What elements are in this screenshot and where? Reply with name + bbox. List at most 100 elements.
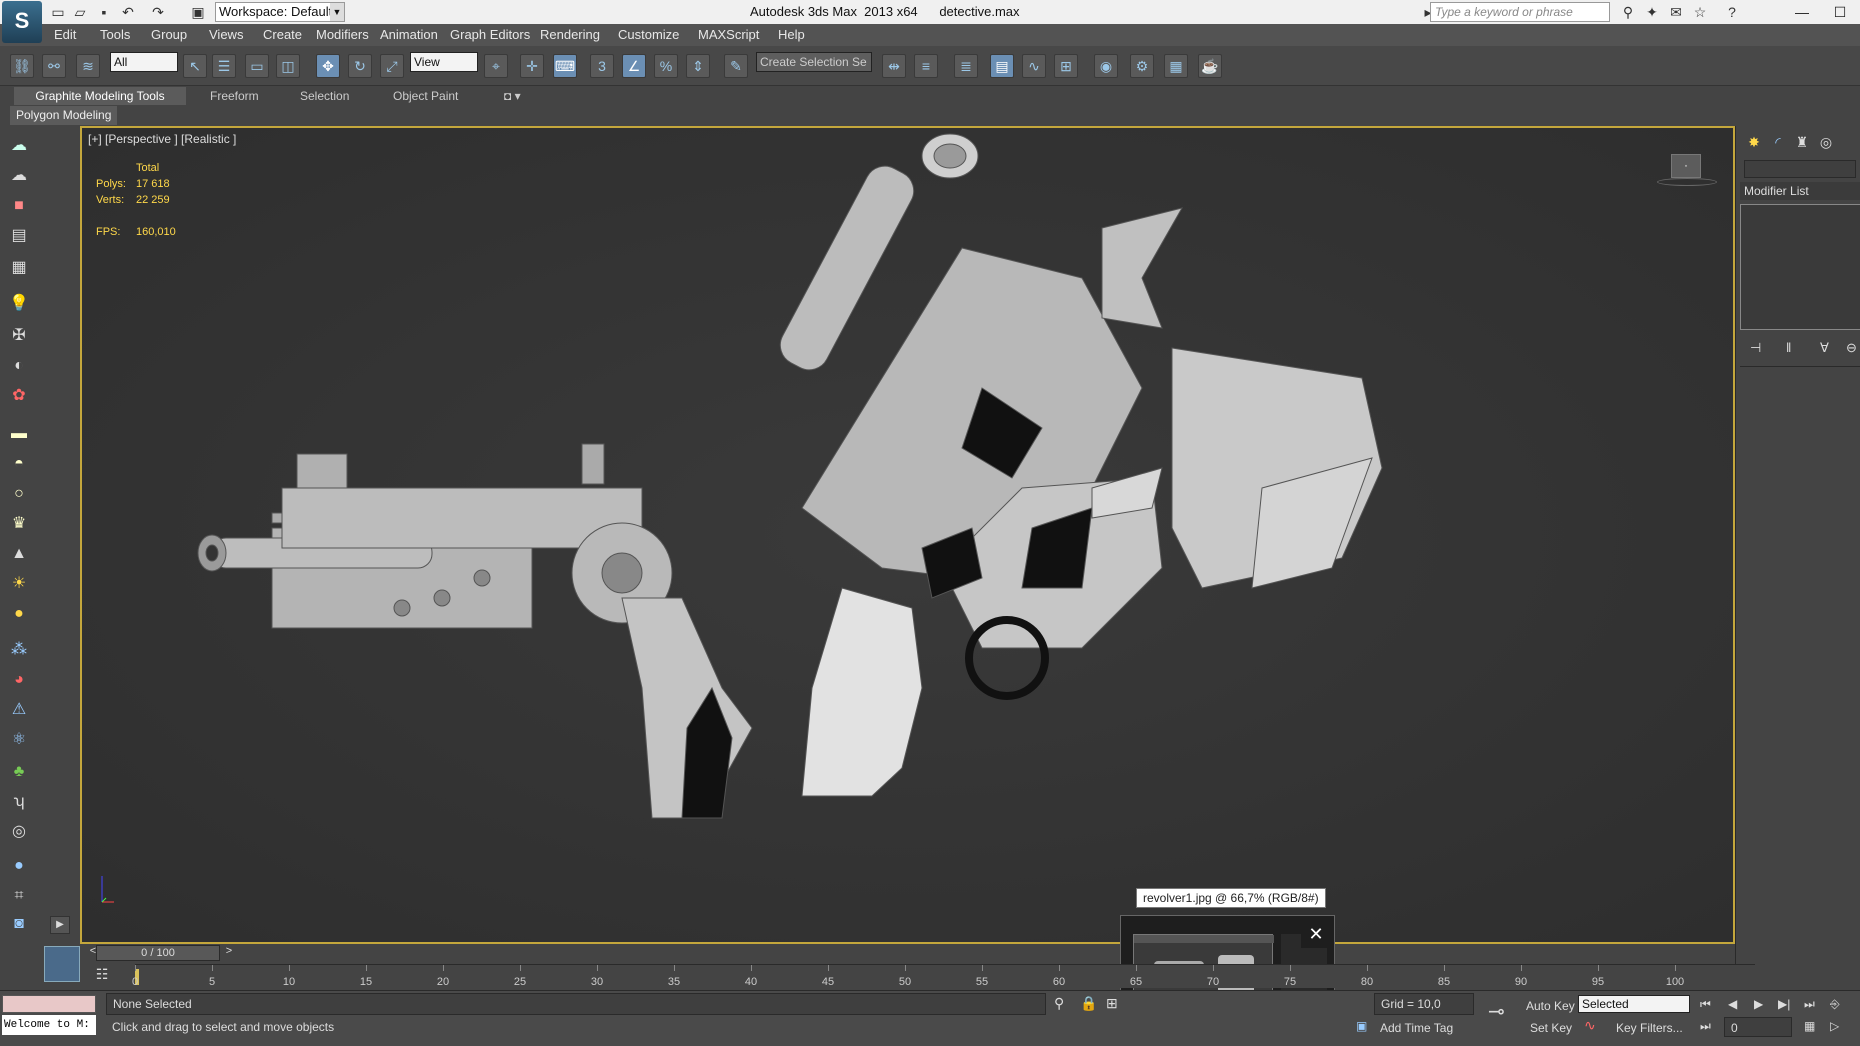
move-tool-icon[interactable]: ✥ [316, 54, 340, 78]
page-icon[interactable]: ▤ [6, 224, 32, 248]
create-tab-icon[interactable]: ✸ [1744, 132, 1764, 152]
maximize-button[interactable]: ☐ [1820, 0, 1860, 24]
key-mode-toggle-icon[interactable]: ⎆ [1830, 997, 1840, 1012]
mini-curve-toggle-icon[interactable] [44, 946, 80, 982]
undo-icon[interactable]: ↶ [120, 4, 136, 20]
set-key-button[interactable]: Set Key [1530, 1021, 1572, 1035]
cone-icon[interactable]: ▲ [6, 542, 32, 566]
time-next-arrow-icon[interactable]: > [222, 945, 236, 961]
binoculars-icon[interactable]: ⚲ [1620, 4, 1636, 20]
key-filters-button[interactable]: Key Filters... [1616, 1021, 1683, 1035]
select-manipulate-icon[interactable]: ✛ [520, 54, 544, 78]
maxscript-listener[interactable]: Welcome to M: [2, 1015, 96, 1035]
goto-start-icon[interactable]: ⏮ [1700, 997, 1711, 1012]
schematic-view-icon[interactable]: ⊞ [1054, 54, 1078, 78]
ref-coord-dropdown[interactable]: View [410, 52, 478, 72]
close-icon[interactable]: ✕ [1301, 920, 1331, 948]
layers-icon[interactable]: ≣ [954, 54, 978, 78]
grid-icon[interactable]: ▦ [6, 256, 32, 280]
open-file-icon[interactable]: ▱ [72, 4, 88, 20]
next-frame-icon[interactable]: ▶| [1778, 997, 1790, 1011]
curve-editor-icon[interactable]: ∿ [1022, 54, 1046, 78]
expand-strip-button[interactable]: ▶ [50, 916, 70, 934]
percent-snap-icon[interactable]: % [654, 54, 678, 78]
minimize-button[interactable]: — [1782, 0, 1822, 24]
particle-icon[interactable]: ⁂ [6, 638, 32, 662]
foliage-icon[interactable]: ♣ [6, 760, 32, 784]
help-icon[interactable]: ? [1724, 4, 1740, 20]
make-unique-icon[interactable]: ∀ [1820, 340, 1829, 356]
auto-key-button[interactable]: Auto Key [1526, 999, 1575, 1013]
unlink-icon[interactable]: ⚯ [42, 54, 66, 78]
edit-named-sel-icon[interactable]: ✎ [724, 54, 748, 78]
helper-icon[interactable]: ◐ [6, 354, 32, 378]
motion-tab-icon[interactable]: ◎ [1816, 132, 1836, 152]
menu-help[interactable]: Help [778, 27, 805, 42]
configure-sets-icon[interactable]: ⊖ [1846, 340, 1857, 356]
workspace-dropdown[interactable]: Workspace: Default ▼ [215, 2, 345, 22]
plane-icon[interactable]: ▬ [6, 422, 32, 446]
named-selection-dropdown[interactable]: Create Selection Se [756, 52, 872, 72]
sphere-icon[interactable]: ○ [6, 482, 32, 506]
cloud-icon[interactable]: ☁ [6, 164, 32, 188]
menu-animation[interactable]: Animation [380, 27, 438, 42]
pivot-center-icon[interactable]: ⌖ [484, 54, 508, 78]
menu-modifiers[interactable]: Modifiers [316, 27, 369, 42]
window-crossing-icon[interactable]: ◫ [276, 54, 300, 78]
key-icon[interactable]: ⊸ [1488, 999, 1505, 1024]
dome-icon[interactable]: ◓ [6, 452, 32, 476]
space-warp-icon[interactable]: ✿ [6, 384, 32, 408]
key-mode-icon[interactable]: ⏭ [1700, 1019, 1711, 1034]
polygon-modeling-panel[interactable]: Polygon Modeling [10, 106, 118, 125]
bones-icon[interactable]: ⚠ [6, 698, 32, 722]
spinner-snap-icon[interactable]: ⇕ [686, 54, 710, 78]
shell-icon[interactable]: ◎ [6, 820, 32, 844]
menu-graph-editors[interactable]: Graph Editors [450, 27, 530, 42]
skylight-icon[interactable]: ● [6, 602, 32, 626]
align-icon[interactable]: ≡ [914, 54, 938, 78]
ribbon-options-icon[interactable]: ◘ ▾ [494, 87, 531, 105]
viewcube[interactable]: ▪ [1657, 152, 1717, 192]
search-input[interactable]: Type a keyword or phrase [1430, 2, 1610, 22]
favorites-star-icon[interactable]: ☆ [1692, 4, 1708, 20]
script-icon[interactable]: ⌗ [6, 884, 32, 908]
sun-icon[interactable]: ☀ [6, 572, 32, 596]
scale-tool-icon[interactable]: ⤢ [380, 54, 404, 78]
subscription-icon[interactable]: ✦ [1644, 4, 1660, 20]
time-slider[interactable]: 0 / 100 [96, 945, 220, 961]
play-icon[interactable]: ▶ [1754, 997, 1763, 1011]
snap-toggle-icon[interactable]: 3 [590, 54, 614, 78]
tab-object-paint[interactable]: Object Paint [383, 87, 468, 105]
render-teapot-icon[interactable]: ☕ [1198, 54, 1222, 78]
box-icon[interactable]: ■ [6, 194, 32, 218]
teapot-icon[interactable]: ☁ [6, 134, 32, 158]
select-object-icon[interactable]: ↖ [183, 54, 207, 78]
redo-icon[interactable]: ↷ [150, 4, 166, 20]
tab-freeform[interactable]: Freeform [200, 87, 269, 105]
modifier-list-dropdown[interactable]: Modifier List [1740, 182, 1860, 200]
track-bar[interactable]: 0 5 10 15 20 25 30 35 40 45 50 55 60 65 70 75 80 85 90 95 10… [132, 964, 1755, 988]
graphite-toggle-icon[interactable]: ▤ [990, 54, 1014, 78]
hair-icon[interactable]: ʮ [6, 790, 32, 814]
light-bulb-icon[interactable]: 💡 [6, 292, 32, 316]
absolute-mode-icon[interactable]: ⊞ [1106, 995, 1118, 1012]
key-curve-icon[interactable]: ∿ [1584, 1017, 1596, 1034]
menu-group[interactable]: Group [151, 27, 187, 42]
menu-views[interactable]: Views [209, 27, 243, 42]
bind-space-warp-icon[interactable]: ≋ [76, 54, 100, 78]
angle-snap-icon[interactable]: ∠ [622, 54, 646, 78]
settings-icon[interactable]: ◙ [6, 912, 32, 936]
render-setup-icon[interactable]: ⚙ [1130, 54, 1154, 78]
link-icon[interactable]: ⛓ [10, 54, 34, 78]
menu-customize[interactable]: Customize [618, 27, 679, 42]
new-file-icon[interactable]: ▭ [50, 4, 66, 20]
key-mode-dropdown[interactable]: Selected [1578, 995, 1690, 1013]
goto-end-icon[interactable]: ⏭ [1804, 997, 1815, 1012]
zoom-extents-icon[interactable]: ▷ [1830, 1019, 1839, 1033]
selection-filter-dropdown[interactable]: All [110, 52, 178, 72]
hierarchy-tab-icon[interactable]: ♜ [1792, 132, 1812, 152]
tab-selection[interactable]: Selection [290, 87, 359, 105]
current-frame-field[interactable]: 0 [1724, 1017, 1792, 1037]
compound-icon[interactable]: ◕ [6, 668, 32, 692]
rotate-tool-icon[interactable]: ↻ [348, 54, 372, 78]
